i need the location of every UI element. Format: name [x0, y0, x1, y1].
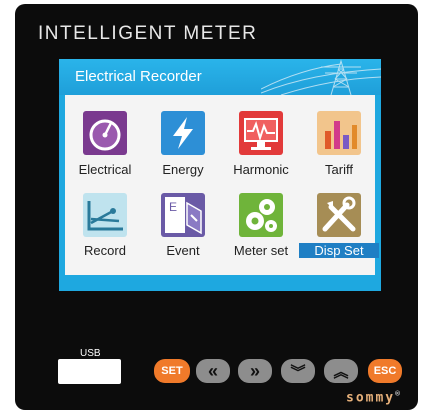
screen-bottom-strip — [59, 275, 381, 291]
menu-label-energy: Energy — [162, 162, 204, 177]
menu-item-meter-set[interactable]: Meter set — [221, 183, 301, 273]
screen-header: Electrical Recorder — [59, 59, 381, 95]
lightning-icon — [161, 111, 205, 155]
esc-button[interactable]: ESC — [368, 359, 402, 383]
double-chevron-up-icon: ︽ — [333, 363, 349, 381]
tools-icon — [317, 193, 361, 237]
menu-item-event[interactable]: E Event — [143, 183, 223, 273]
svg-text:E: E — [169, 200, 177, 214]
gears-icon — [239, 193, 283, 237]
menu-item-record[interactable]: Record — [65, 183, 145, 273]
menu-label-electrical: Electrical — [78, 162, 132, 177]
menu-label-meter-set: Meter set — [233, 243, 289, 258]
menu-label-disp-set: Disp Set — [299, 243, 379, 258]
line-chart-icon — [83, 193, 127, 237]
menu-label-record: Record — [84, 243, 126, 258]
left-button[interactable]: « — [196, 359, 230, 383]
menu-item-energy[interactable]: Energy — [143, 95, 223, 185]
menu-label-tariff: Tariff — [325, 162, 353, 177]
menu-label-event: Event — [166, 243, 200, 258]
screen-title: Electrical Recorder — [75, 68, 202, 85]
device-title: INTELLIGENT METER — [38, 23, 258, 44]
menu-content: Electrical Energy Harmonic Tariff Record… — [65, 95, 379, 275]
menu-item-electrical[interactable]: Electrical — [65, 95, 145, 185]
menu-item-disp-set[interactable]: Disp Set — [299, 183, 379, 273]
registered-mark: ® — [395, 389, 400, 398]
double-chevron-down-icon: ︾ — [290, 363, 306, 381]
up-button[interactable]: ︽ — [324, 359, 358, 383]
down-button[interactable]: ︾ — [281, 359, 315, 383]
brand-logo: sommy® — [346, 389, 400, 405]
event-log-icon: E — [161, 193, 205, 237]
bar-chart-icon — [317, 111, 361, 155]
menu-item-harmonic[interactable]: Harmonic — [221, 95, 301, 185]
set-button[interactable]: SET — [154, 359, 190, 383]
menu-item-tariff[interactable]: Tariff — [299, 95, 379, 185]
brand-name: sommy — [346, 390, 396, 406]
menu-label-harmonic: Harmonic — [233, 162, 289, 177]
usb-label: USB — [80, 348, 101, 359]
power-tower-icon — [261, 59, 381, 95]
waveform-icon — [239, 111, 283, 155]
lcd-screen: Electrical Recorder Electrical Energy Ha… — [59, 59, 381, 291]
double-chevron-left-icon: « — [207, 361, 218, 381]
usb-port[interactable] — [58, 359, 121, 384]
gauge-icon — [83, 111, 127, 155]
right-button[interactable]: » — [238, 359, 272, 383]
double-chevron-right-icon: » — [249, 361, 260, 381]
